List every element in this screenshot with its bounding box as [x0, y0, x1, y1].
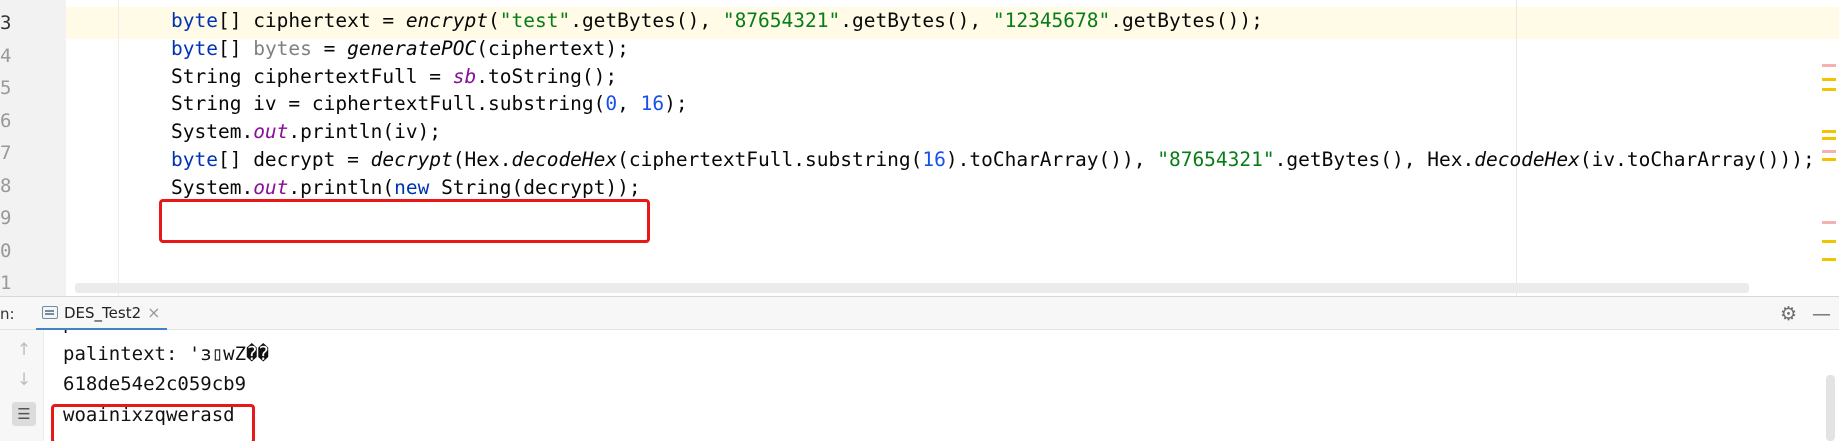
error-stripe-marker[interactable] [1822, 78, 1836, 81]
code-token: bytes [253, 36, 312, 60]
code-token: .getBytes()); [1110, 9, 1263, 32]
run-tab-des-test2[interactable]: DES_Test2 × [36, 297, 167, 331]
line-number: 9 [0, 207, 12, 229]
code-token: 16 [922, 148, 946, 171]
code-token: decodeHex [511, 148, 618, 171]
line-number: 4 [0, 44, 12, 67]
error-stripe-marker[interactable] [1822, 258, 1836, 261]
code-token: (ciphertext); [476, 36, 629, 60]
console-vertical-scrollbar[interactable] [1826, 375, 1835, 441]
code-token: (iv.toCharArray())); [1579, 148, 1815, 171]
code-token: System. [171, 175, 254, 199]
code-token: byte [171, 9, 218, 32]
minimize-icon[interactable]: — [1812, 297, 1831, 331]
code-token: , [617, 92, 641, 116]
arrow-up-icon[interactable]: ↑ [12, 338, 36, 362]
code-token: [] ciphertext = [217, 9, 406, 32]
error-stripe-marker[interactable] [1822, 150, 1836, 153]
console-line: 618de54e2c059cb9 [63, 373, 247, 395]
code-token: String ciphertextFull = [171, 64, 453, 88]
editor-horizontal-scrollbar[interactable] [75, 283, 1749, 293]
code-token: "12345678" [992, 9, 1111, 32]
line-number: 1 [0, 272, 12, 294]
run-console[interactable]: ↑ ↓ ☰ palintext: test▯▯▯▯ palintext: 'з▯w… [0, 330, 1839, 441]
code-token: ).toCharArray()), [945, 148, 1158, 171]
code-token: sb [452, 64, 477, 88]
code-token: ); [664, 92, 688, 116]
line-number: 0 [0, 239, 12, 262]
code-token: 16 [640, 92, 665, 116]
console-line: palintext: 'з▯wZ�� [63, 342, 269, 365]
code-token: .getBytes(), [570, 9, 723, 32]
run-tool-window-header: n: DES_Test2 × ⚙ — [0, 296, 1839, 331]
console-icon [42, 306, 58, 319]
highlight-box-println [159, 199, 650, 243]
error-stripe-marker[interactable] [1822, 221, 1836, 224]
code-token: byte [171, 148, 218, 171]
error-stripe-marker[interactable] [1822, 64, 1836, 67]
gear-icon[interactable]: ⚙ [1780, 297, 1797, 331]
code-token: .println( [288, 175, 395, 199]
line-number: 5 [0, 77, 12, 99]
code-token: out [253, 175, 289, 199]
line-number: 6 [0, 109, 12, 132]
code-token: out [253, 120, 289, 144]
code-token: "87654321" [722, 9, 841, 32]
code-token: .println(iv); [288, 120, 442, 144]
run-tab-label: DES_Test2 [64, 303, 142, 322]
console-toolbar: ↑ ↓ ☰ [0, 330, 44, 441]
code-token: = [311, 36, 348, 60]
code-token: byte [171, 36, 218, 60]
error-stripe-marker[interactable] [1822, 88, 1836, 91]
code-token: System. [171, 120, 254, 144]
run-label: n: [0, 305, 15, 323]
code-token: String(decrypt)); [429, 175, 641, 199]
code-token: (ciphertextFull.substring( [617, 148, 923, 171]
code-token: generatePOC [347, 36, 477, 60]
code-token: encrypt [405, 9, 488, 32]
arrow-down-icon[interactable]: ↓ [12, 368, 36, 392]
line-number: 8 [0, 174, 12, 197]
soft-wrap-icon[interactable]: ☰ [12, 402, 36, 426]
code-token: .getBytes(), Hex. [1274, 148, 1475, 171]
close-icon[interactable]: × [147, 303, 160, 322]
code-token: "87654321" [1157, 148, 1275, 171]
code-token: decrypt [370, 148, 453, 171]
error-stripe-marker[interactable] [1822, 158, 1836, 161]
code-token: ( [488, 9, 500, 32]
error-stripe-marker[interactable] [1822, 130, 1836, 133]
line-number: 7 [0, 142, 12, 164]
highlight-box-output [51, 404, 255, 441]
code-token: String iv = ciphertextFull.substring( [171, 92, 606, 116]
code-token: [] [217, 36, 254, 60]
indent-guide [118, 0, 119, 296]
code-token: 0 [605, 92, 618, 116]
code-token: [] decrypt = [217, 148, 371, 171]
code-token: decodeHex [1474, 148, 1580, 171]
fold-strip [66, 0, 118, 296]
error-stripe [1818, 0, 1839, 296]
error-stripe-marker[interactable] [1822, 240, 1836, 243]
error-stripe-marker[interactable] [1822, 137, 1836, 140]
code-token: .toString(); [476, 64, 618, 88]
console-line: palintext: test▯▯▯▯ [63, 330, 280, 338]
line-number: 3 [0, 12, 12, 34]
code-token: new [394, 175, 430, 199]
code-editor[interactable]: 345678901 byte[] ciphertext = encrypt("t… [0, 0, 1839, 296]
code-token: .getBytes(), [840, 9, 993, 32]
code-token: "test" [499, 9, 571, 32]
code-token: (Hex. [452, 148, 512, 171]
